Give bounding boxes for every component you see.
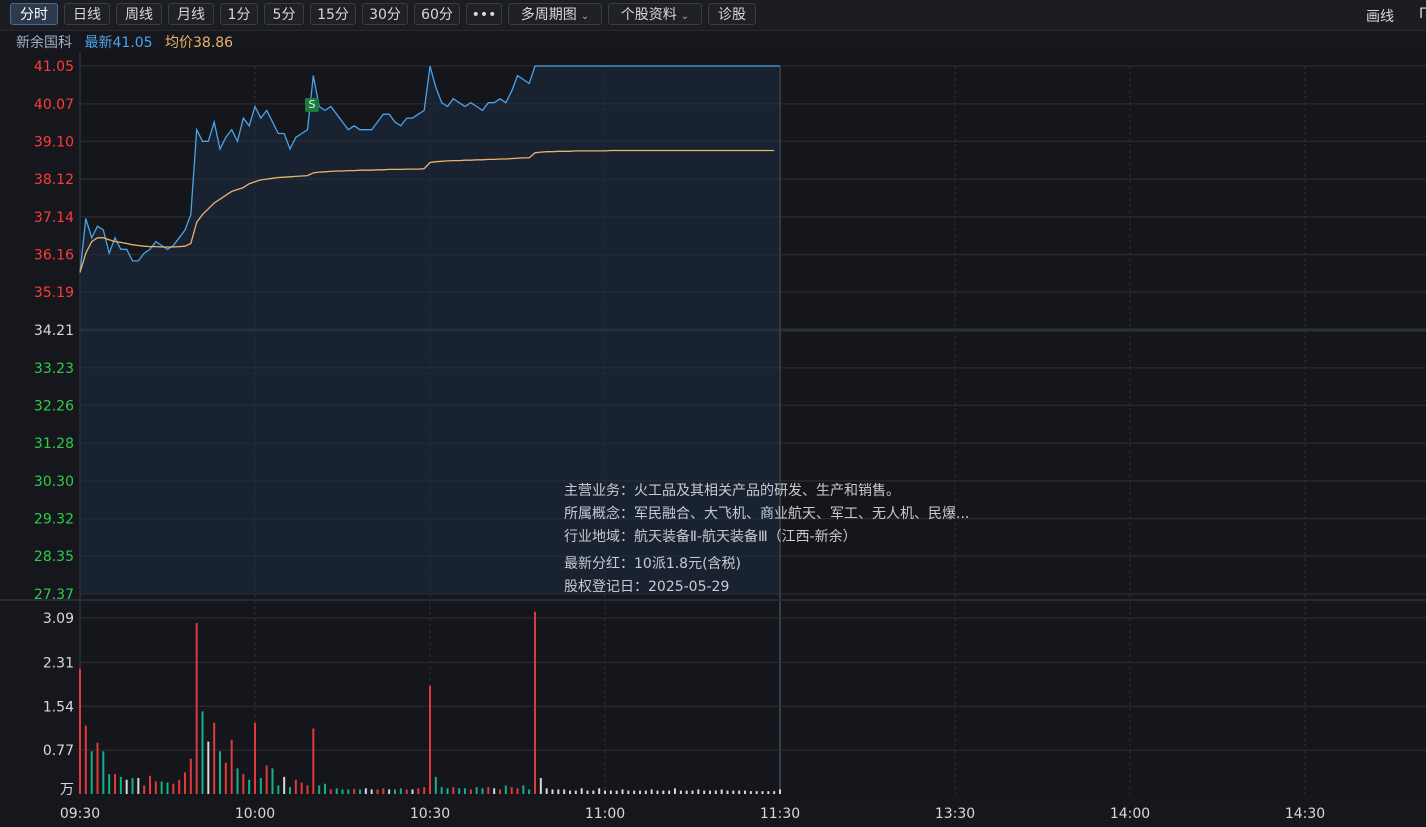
price-tick-label: 36.16	[34, 248, 74, 264]
sell-marker[interactable]: S	[305, 98, 319, 112]
price-tick-label: 28.35	[34, 549, 74, 565]
time-tick-label: 11:30	[760, 806, 800, 822]
time-tick-label: 11:00	[585, 806, 625, 822]
volume-panel-bg	[80, 604, 1426, 796]
volume-tick-label: 3.09	[43, 611, 74, 627]
intraday-chart[interactable]: 41.05 40.07 39.10 38.12 37.14 36.16 35.19 34.21…	[0, 0, 1426, 827]
time-tick-label: 09:30	[60, 806, 100, 822]
price-tick-label: 40.07	[34, 97, 74, 113]
latest-dividend: 最新分红：10派1.8元(含税)	[564, 556, 742, 572]
price-tick-label: 31.28	[34, 436, 74, 452]
volume-tick-label: 2.31	[43, 655, 74, 671]
volume-tick-label: 0.77	[43, 743, 74, 759]
industry-region: 行业地域：航天装备Ⅱ-航天装备Ⅲ（江西-新余）	[564, 529, 857, 545]
time-tick-label: 10:30	[410, 806, 450, 822]
price-tick-label: 38.12	[34, 172, 74, 188]
time-tick-label: 13:30	[935, 806, 975, 822]
record-date: 股权登记日：2025-05-29	[564, 579, 730, 595]
volume-tick-label: 1.54	[43, 699, 74, 715]
volume-tick-label: 万	[60, 782, 74, 798]
price-tick-label: 41.05	[34, 59, 74, 75]
time-tick-label: 14:00	[1110, 806, 1150, 822]
time-tick-label: 10:00	[235, 806, 275, 822]
price-tick-label: 29.32	[34, 512, 74, 528]
concepts: 所属概念：军民融合、大飞机、商业航天、军工、无人机、民爆...	[564, 506, 970, 522]
price-tick-label: 33.23	[34, 361, 74, 377]
price-tick-label: 32.26	[34, 398, 74, 414]
price-tick-label: 30.30	[34, 474, 74, 490]
price-tick-label: 37.14	[34, 210, 74, 226]
stock-info-tooltip: 主营业务：火工品及其相关产品的研发、生产和销售。 所属概念：军民融合、大飞机、商…	[564, 480, 969, 599]
price-tick-label: 39.10	[34, 134, 74, 150]
main-business: 主营业务：火工品及其相关产品的研发、生产和销售。	[564, 483, 900, 499]
time-tick-label: 14:30	[1285, 806, 1325, 822]
price-tick-label: 34.21	[34, 323, 74, 339]
price-tick-label: 35.19	[34, 285, 74, 301]
